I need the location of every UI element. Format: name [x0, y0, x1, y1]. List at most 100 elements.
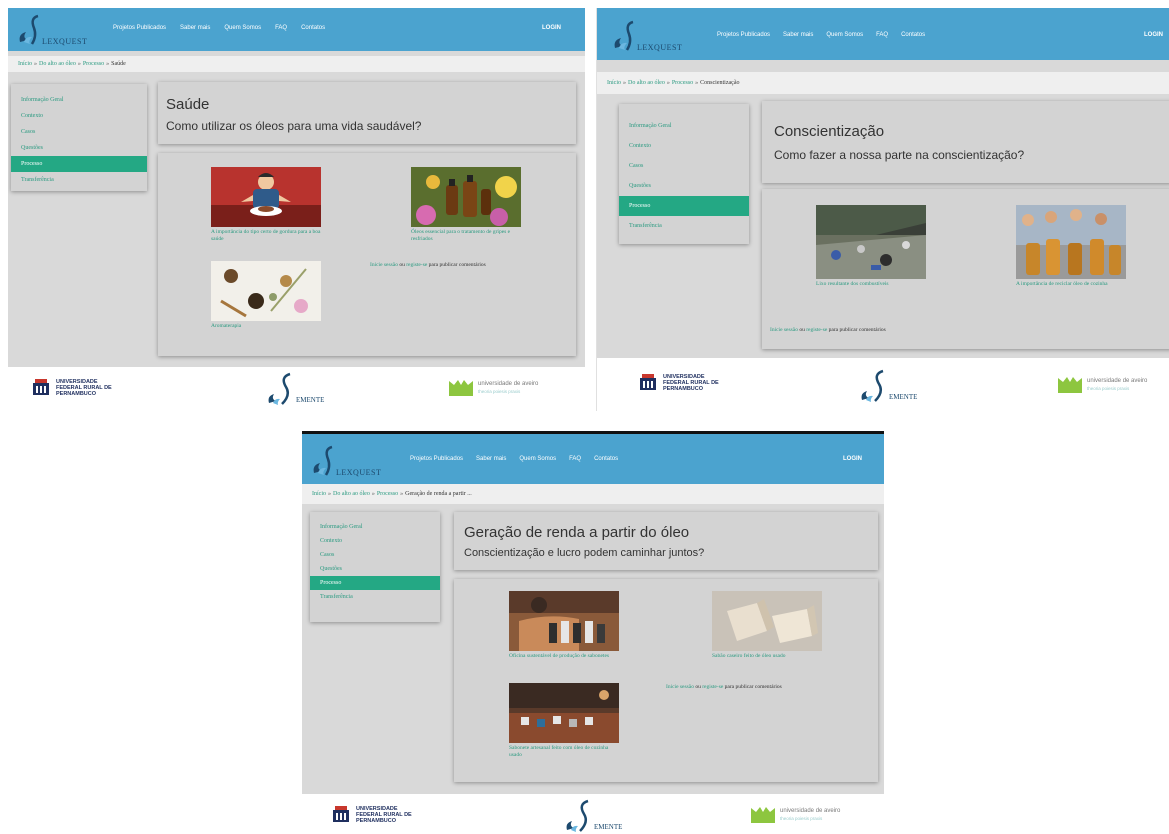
article-thumbnail[interactable] — [211, 261, 321, 321]
login-link[interactable]: LOGIN — [1144, 32, 1163, 38]
sidebar: Informação Geral Contexto Casos Questões… — [310, 512, 440, 622]
nav-contatos[interactable]: Contatos — [301, 25, 325, 31]
article-card[interactable]: Aromaterapia — [211, 261, 323, 330]
article-card[interactable]: A importância do tipo certo de gordura p… — [211, 167, 323, 243]
sidebar-item-informacao[interactable]: Informação Geral — [619, 116, 749, 136]
article-link[interactable]: Óleos essencial para o tratamento de gri… — [411, 229, 523, 243]
sidebar-item-transferencia[interactable]: Transferência — [11, 172, 147, 188]
article-card[interactable]: Lixo resultante dos combustíveis — [816, 205, 928, 288]
sidebar-item-informacao[interactable]: Informação Geral — [11, 92, 147, 108]
nav-contatos[interactable]: Contatos — [594, 456, 618, 462]
register-link[interactable]: registe-se — [406, 262, 427, 268]
article-link[interactable]: A importância de reciclar óleo de cozinh… — [1016, 281, 1128, 288]
article-link[interactable]: Oficina sustentável de produção de sabon… — [509, 653, 621, 660]
article-card[interactable]: A importância de reciclar óleo de cozinh… — [1016, 205, 1128, 288]
crumb-inicio[interactable]: Início — [607, 80, 621, 86]
article-link[interactable]: A importância do tipo certo de gordura p… — [211, 229, 323, 243]
article-card[interactable]: Oficina sustentável de produção de sabon… — [509, 591, 621, 660]
sidebar-item-processo[interactable]: Processo — [11, 156, 147, 172]
sidebar-item-transferencia[interactable]: Transferência — [619, 216, 749, 236]
main-nav: Projetos Publicados Saber mais Quem Somo… — [410, 456, 618, 462]
lexquest-logo[interactable]: LEXQUEST — [611, 18, 691, 54]
sidebar-item-questoes[interactable]: Questões — [619, 176, 749, 196]
login-to-comment-link[interactable]: Inicie sessão — [666, 684, 694, 690]
crumb-processo[interactable]: Processo — [83, 61, 104, 67]
login-to-comment-link[interactable]: Inicie sessão — [770, 327, 798, 333]
article-thumbnail[interactable] — [509, 591, 619, 651]
nav-projetos[interactable]: Projetos Publicados — [410, 456, 463, 462]
sidebar-item-questoes[interactable]: Questões — [310, 562, 440, 576]
sidebar-item-questoes[interactable]: Questões — [11, 140, 147, 156]
nav-faq[interactable]: FAQ — [275, 25, 287, 31]
semente-logo[interactable]: EMENTE — [859, 368, 917, 404]
sidebar-item-contexto[interactable]: Contexto — [619, 136, 749, 156]
crumb-projeto[interactable]: Do alto ao óleo — [628, 80, 665, 86]
aveiro-logo[interactable]: universidade de aveiro theoria poiesis pr… — [1057, 376, 1147, 394]
nav-projetos[interactable]: Projetos Publicados — [113, 25, 166, 31]
sidebar-item-transferencia[interactable]: Transferência — [310, 590, 440, 604]
page-subtitle: Como utilizar os óleos para uma vida sau… — [166, 119, 422, 133]
article-link[interactable]: Lixo resultante dos combustíveis — [816, 281, 928, 288]
crumb-processo[interactable]: Processo — [377, 491, 398, 497]
ufrpe-logo[interactable]: UNIVERSIDADE FEDERAL RURAL DE PERNAMBUCO — [330, 804, 416, 826]
sidebar-item-casos[interactable]: Casos — [11, 124, 147, 140]
article-thumbnail[interactable] — [211, 167, 321, 227]
lexquest-logo[interactable]: LEXQUEST — [310, 443, 390, 479]
aveiro-logo[interactable]: universidade de aveiro theoria poiesis pr… — [448, 379, 538, 397]
ufrpe-logo[interactable]: UNIVERSIDADE FEDERAL RURAL DE PERNAMBUCO — [637, 372, 723, 394]
aveiro-logo[interactable]: universidade de aveiro theoria poiesis pr… — [750, 806, 840, 824]
article-thumbnail[interactable] — [509, 683, 619, 743]
ufrpe-text: UNIVERSIDADE FEDERAL RURAL DE PERNAMBUCO — [356, 806, 412, 824]
lexquest-logo[interactable]: LEXQUEST — [16, 12, 96, 48]
register-link[interactable]: registe-se — [806, 327, 827, 333]
nav-quem-somos[interactable]: Quem Somos — [224, 25, 261, 31]
register-link[interactable]: registe-se — [702, 684, 723, 690]
sidebar-item-processo[interactable]: Processo — [310, 576, 440, 590]
semente-logo[interactable]: EMENTE — [266, 371, 324, 407]
article-card[interactable]: Sabonete artesanal feito com óleo de coz… — [509, 683, 621, 759]
crumb-projeto[interactable]: Do alto ao óleo — [333, 491, 370, 497]
login-link[interactable]: LOGIN — [542, 25, 561, 31]
article-link[interactable]: Sabão caseiro feito de óleo usado — [712, 653, 824, 660]
sidebar-item-processo[interactable]: Processo — [619, 196, 749, 216]
page-title: Geração de renda a partir do óleo — [464, 524, 690, 541]
screenshot-saude: LEXQUEST Projetos Publicados Saber mais … — [8, 8, 585, 411]
article-link[interactable]: Aromaterapia — [211, 323, 323, 330]
semente-text: EMENTE — [296, 396, 325, 404]
content-panel: Lixo resultante dos combustíveis A impor… — [762, 189, 1169, 349]
aveiro-name: universidade de aveiro — [1087, 378, 1148, 384]
nav-quem-somos[interactable]: Quem Somos — [826, 32, 863, 38]
nav-faq[interactable]: FAQ — [876, 32, 888, 38]
crumb-projeto[interactable]: Do alto ao óleo — [39, 61, 76, 67]
nav-saber-mais[interactable]: Saber mais — [783, 32, 813, 38]
nav-faq[interactable]: FAQ — [569, 456, 581, 462]
semente-logo[interactable]: EMENTE — [564, 798, 622, 834]
ufrpe-text: UNIVERSIDADE FEDERAL RURAL DE PERNAMBUCO — [663, 374, 719, 392]
page-subtitle: Conscientização e lucro podem caminhar j… — [464, 547, 705, 559]
sidebar-item-casos[interactable]: Casos — [619, 156, 749, 176]
article-card[interactable]: Óleos essencial para o tratamento de gri… — [411, 167, 523, 243]
nav-saber-mais[interactable]: Saber mais — [180, 25, 210, 31]
sidebar-item-casos[interactable]: Casos — [310, 548, 440, 562]
crumb-inicio[interactable]: Início — [312, 491, 326, 497]
article-thumbnail[interactable] — [1016, 205, 1126, 279]
sidebar-item-informacao[interactable]: Informação Geral — [310, 520, 440, 534]
article-link[interactable]: Sabonete artesanal feito com óleo de coz… — [509, 745, 621, 759]
nav-quem-somos[interactable]: Quem Somos — [519, 456, 556, 462]
login-link[interactable]: LOGIN — [843, 456, 862, 462]
crumb-inicio[interactable]: Início — [18, 61, 32, 67]
sidebar-item-contexto[interactable]: Contexto — [11, 108, 147, 124]
aveiro-text: universidade de aveiro theoria poiesis pr… — [1087, 378, 1147, 392]
article-thumbnail[interactable] — [411, 167, 521, 227]
login-to-comment-link[interactable]: Inicie sessão — [370, 262, 398, 268]
nav-saber-mais[interactable]: Saber mais — [476, 456, 506, 462]
crumb-processo[interactable]: Processo — [672, 80, 693, 86]
article-thumbnail[interactable] — [816, 205, 926, 279]
nav-projetos[interactable]: Projetos Publicados — [717, 32, 770, 38]
ufrpe-logo[interactable]: UNIVERSIDADE FEDERAL RURAL DE PERNAMBUCO — [30, 377, 116, 399]
top-navbar: LEXQUEST Projetos Publicados Saber mais … — [302, 434, 884, 486]
article-card[interactable]: Sabão caseiro feito de óleo usado — [712, 591, 824, 660]
nav-contatos[interactable]: Contatos — [901, 32, 925, 38]
article-thumbnail[interactable] — [712, 591, 822, 651]
sidebar-item-contexto[interactable]: Contexto — [310, 534, 440, 548]
